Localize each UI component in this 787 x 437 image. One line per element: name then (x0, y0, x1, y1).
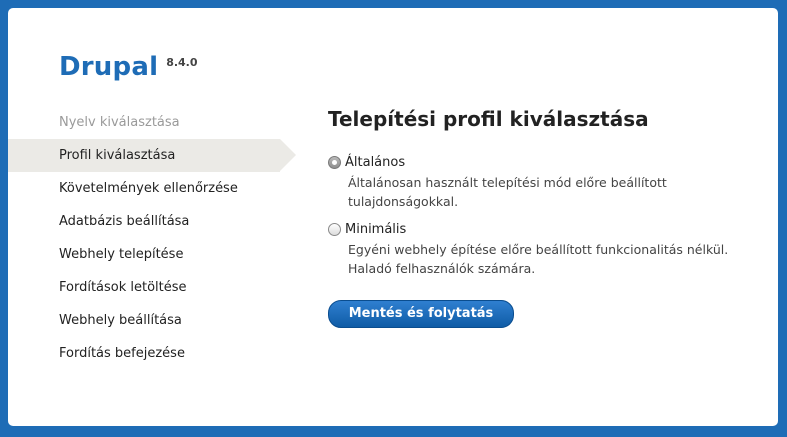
step-finish-translations: Fordítás befejezése (59, 346, 185, 361)
step-verify-requirements: Követelmények ellenőrzése (59, 181, 238, 196)
radio-minimal[interactable] (328, 222, 341, 236)
step-install-site: Webhely telepítése (59, 247, 184, 262)
installation-steps: Nyelv kiválasztása Profil kiválasztása K… (8, 106, 298, 370)
installer-page: Drupal 8.4.0 Nyelv kiválasztása Profil k… (8, 8, 778, 426)
description-line: tulajdonságokkal. (348, 194, 459, 209)
profile-option-minimal: Minimális Egyéni webhely építése előre b… (328, 219, 758, 278)
profile-selection-form: Telepítési profil kiválasztása Általános… (328, 104, 758, 328)
radio-standard[interactable] (328, 155, 341, 169)
profile-description-minimal: Egyéni webhely építése előre beállított … (348, 240, 758, 278)
step-choose-profile: Profil kiválasztása (8, 139, 296, 172)
profile-option-minimal-row[interactable]: Minimális (328, 219, 758, 239)
description-line: Egyéni webhely építése előre beállított … (348, 242, 729, 257)
description-line: Haladó felhasználók számára. (348, 261, 536, 276)
step-configure-site: Webhely beállítása (59, 313, 182, 328)
site-branding: Drupal 8.4.0 (59, 50, 198, 84)
page-title: Telepítési profil kiválasztása (328, 107, 649, 131)
radio-label-minimal[interactable]: Minimális (345, 222, 406, 237)
drupal-version: 8.4.0 (166, 56, 198, 69)
step-download-translations: Fordítások letöltése (59, 280, 187, 295)
drupal-logo-text: Drupal (59, 52, 159, 82)
step-choose-language: Nyelv kiválasztása (59, 115, 180, 130)
step-set-up-database: Adatbázis beállítása (59, 214, 190, 229)
radio-label-standard[interactable]: Általános (345, 155, 405, 170)
description-line: Általánosan használt telepítési mód előr… (348, 175, 667, 190)
save-and-continue-button[interactable]: Mentés és folytatás (328, 300, 514, 328)
profile-option-standard-row[interactable]: Általános (328, 152, 758, 172)
profile-option-standard: Általános Általánosan használt telepítés… (328, 152, 758, 211)
profile-description-standard: Általánosan használt telepítési mód előr… (348, 173, 758, 211)
